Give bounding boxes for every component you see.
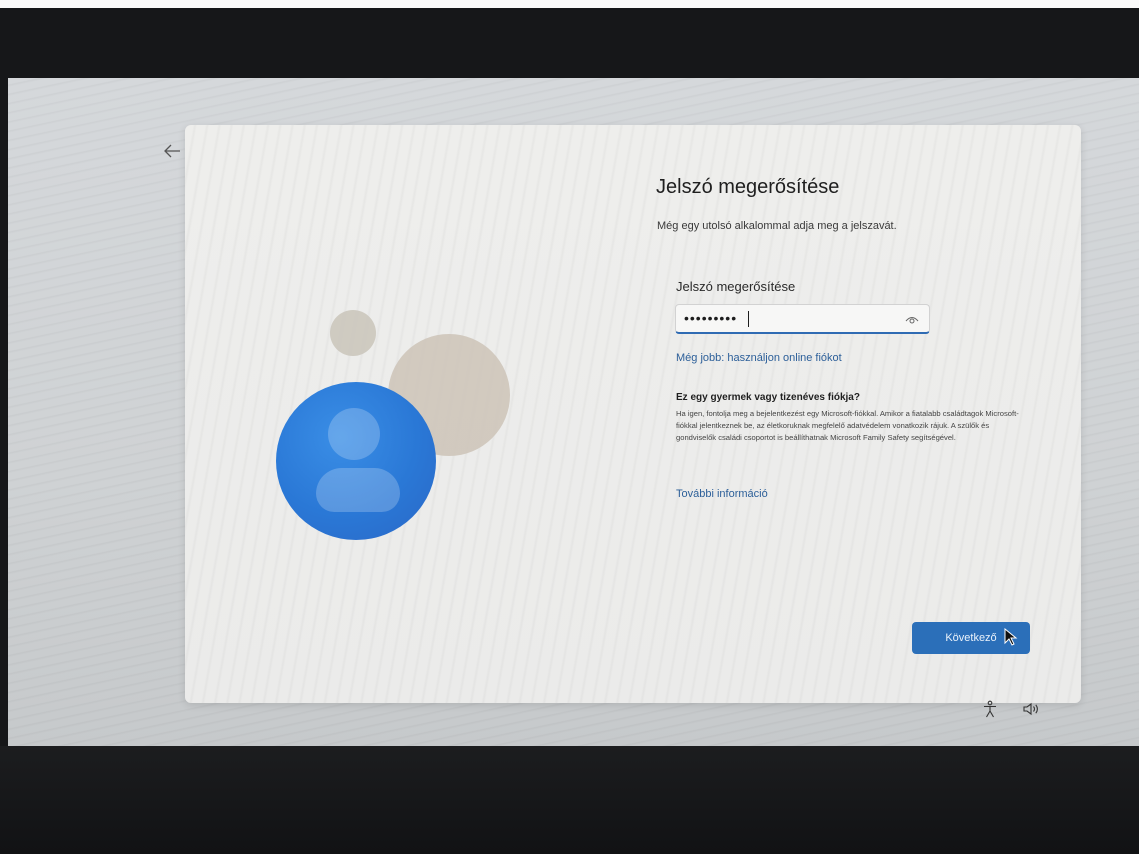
eye-icon[interactable] bbox=[905, 313, 919, 325]
page-title: Jelszó megerősítése bbox=[656, 176, 840, 198]
user-account-illustration bbox=[270, 300, 530, 550]
back-button[interactable] bbox=[160, 140, 184, 162]
illustration-blue-circle bbox=[276, 382, 436, 540]
child-account-heading: Ez egy gyermek vagy tizenéves fiókja? bbox=[676, 392, 860, 403]
laptop-bezel-bottom bbox=[0, 746, 1139, 854]
person-head-shape bbox=[328, 408, 380, 460]
confirm-password-input[interactable]: ••••••••• bbox=[675, 304, 930, 334]
page-subtitle: Még egy utolsó alkalommal adja meg a jel… bbox=[657, 220, 897, 232]
password-masked-value: ••••••••• bbox=[684, 310, 738, 326]
person-body-shape bbox=[316, 468, 400, 512]
password-field-label: Jelszó megerősítése bbox=[676, 279, 796, 294]
mouse-pointer-icon bbox=[1004, 628, 1018, 646]
photo-border bbox=[0, 0, 1139, 8]
online-account-link[interactable]: Még jobb: használjon online fiókot bbox=[676, 352, 842, 364]
child-account-description: Ha igen, fontolja meg a bejelentkezést e… bbox=[676, 409, 1019, 442]
volume-icon[interactable] bbox=[1022, 702, 1040, 716]
accessibility-icon[interactable] bbox=[982, 700, 998, 718]
illustration-small-circle bbox=[330, 310, 376, 356]
text-caret bbox=[748, 311, 749, 327]
more-info-link[interactable]: További információ bbox=[676, 488, 768, 500]
arrow-left-icon bbox=[164, 144, 180, 158]
